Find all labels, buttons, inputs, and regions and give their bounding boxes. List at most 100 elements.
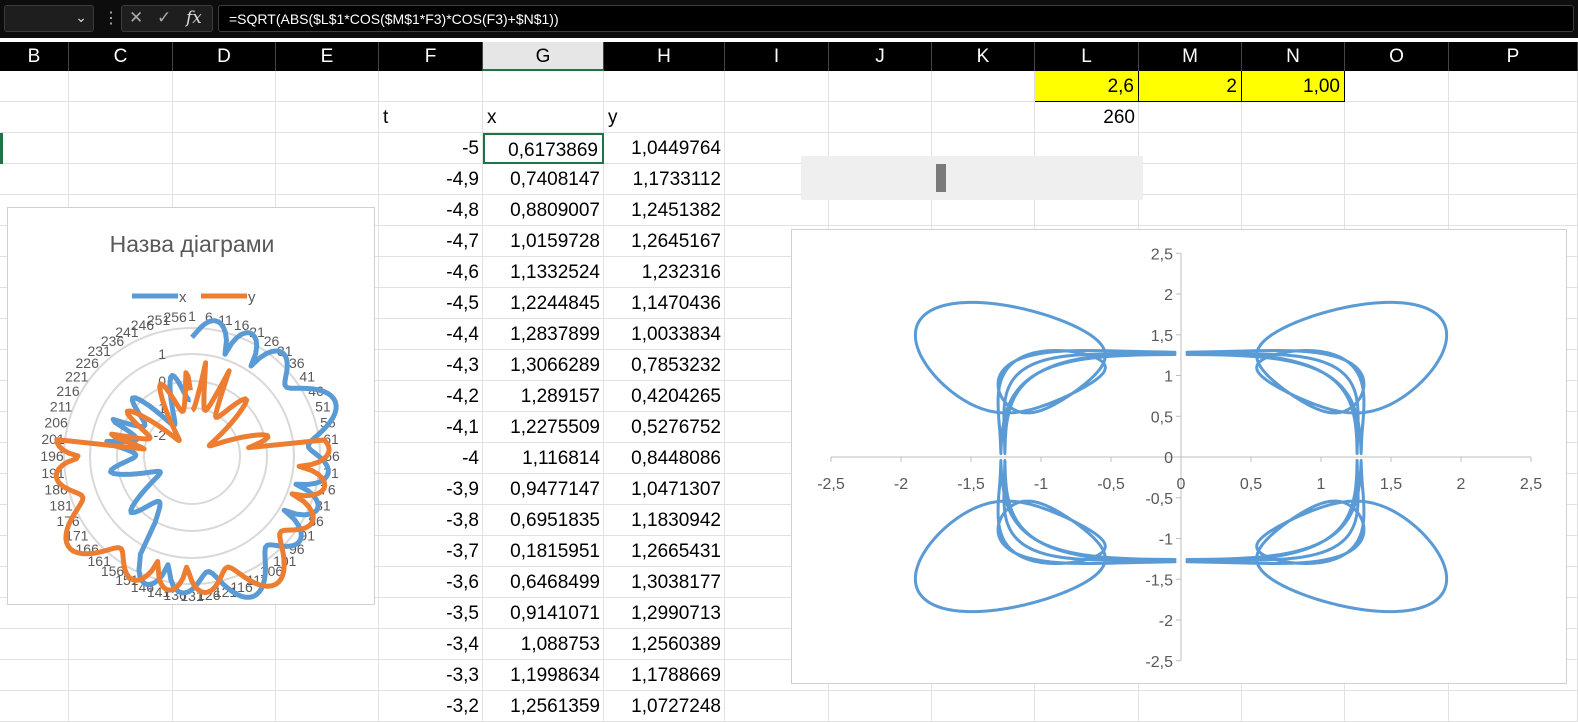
cell-t[interactable]: -3,2 [379, 691, 483, 722]
cell-t[interactable]: -4,4 [379, 319, 483, 350]
cell-t[interactable]: -4,1 [379, 412, 483, 443]
cell-x[interactable]: 0,9141071 [483, 598, 604, 629]
cell-y[interactable]: 1,1470436 [604, 288, 725, 319]
formula-input[interactable]: =SQRT(ABS($L$1*COS($M$1*F3)*COS(F3)+$N$1… [218, 5, 1574, 32]
cell-y[interactable]: 0,7853232 [604, 350, 725, 381]
cell-t[interactable]: -3,9 [379, 474, 483, 505]
column-header-J[interactable]: J [829, 42, 932, 71]
column-header-I[interactable]: I [725, 42, 829, 71]
radar-chart-svg: Назва діаграми x y 1 6 11 16 212631364146515… [40, 231, 340, 604]
cell-t[interactable]: -3,8 [379, 505, 483, 536]
scrollbar-thumb[interactable] [936, 164, 946, 192]
column-header-C[interactable]: C [69, 42, 173, 71]
chevron-down-icon[interactable]: ⌄ [75, 9, 87, 26]
cell-y[interactable]: 1,0449764 [604, 133, 725, 164]
cell-y[interactable]: 1,2645167 [604, 226, 725, 257]
column-header-N[interactable]: N [1242, 42, 1345, 71]
scrollbar-control[interactable] [801, 156, 1143, 200]
cell-y[interactable]: 1,1733112 [604, 164, 725, 195]
cell-x[interactable]: 0,6951835 [483, 505, 604, 536]
radar-category-label: 1 [188, 308, 196, 324]
cell-x[interactable]: 0,8809007 [483, 195, 604, 226]
cell-N1[interactable]: 1,00 [1242, 71, 1345, 102]
cell-t[interactable]: -3,3 [379, 660, 483, 691]
cell-y[interactable]: 0,8448086 [604, 443, 725, 474]
cell-t[interactable]: -3,7 [379, 536, 483, 567]
header-x[interactable]: x [483, 102, 604, 133]
cell-M1[interactable]: 2 [1139, 71, 1242, 102]
cell-y[interactable]: 0,4204265 [604, 381, 725, 412]
cell-y[interactable]: 1,0727248 [604, 691, 725, 722]
column-header-O[interactable]: O [1345, 42, 1449, 71]
header-y[interactable]: y [604, 102, 725, 133]
formula-buttons: ✕ ✓ fx [121, 5, 213, 32]
cell-y[interactable]: 0,5276752 [604, 412, 725, 443]
cell-x[interactable]: 1,2837899 [483, 319, 604, 350]
radar-chart[interactable]: Назва діаграми x y 1 6 11 16 21 26 31 36 41 46 51 5… [7, 207, 375, 605]
cell-x[interactable]: 0,1815951 [483, 536, 604, 567]
cell-y[interactable]: 1,3038177 [604, 567, 725, 598]
cell-y[interactable]: 1,1788669 [604, 660, 725, 691]
column-header-M[interactable]: M [1139, 42, 1242, 71]
cell-x[interactable]: 1,1998634 [483, 660, 604, 691]
cell-t[interactable]: -4,7 [379, 226, 483, 257]
cell-x[interactable]: 1,2244845 [483, 288, 604, 319]
cell-x[interactable]: 0,7408147 [483, 164, 604, 195]
y-tick-label: -0,5 [1145, 491, 1173, 508]
cell-x[interactable]: 1,1332524 [483, 257, 604, 288]
cell-x[interactable]: 1,0159728 [483, 226, 604, 257]
column-header-D[interactable]: D [173, 42, 276, 71]
cell-t[interactable]: -4,2 [379, 381, 483, 412]
radar-chart-title: Назва діаграми [110, 231, 275, 257]
confirm-icon[interactable]: ✓ [157, 8, 171, 28]
cell-t[interactable]: -3,6 [379, 567, 483, 598]
name-box[interactable]: ⌄ [4, 5, 94, 32]
cell-t[interactable]: -3,5 [379, 598, 483, 629]
cell-x[interactable]: 1,3066289 [483, 350, 604, 381]
cell-t[interactable]: -3,4 [379, 629, 483, 660]
cell-x[interactable]: 1,088753 [483, 629, 604, 660]
column-header-G[interactable]: G [483, 42, 604, 71]
cell-y[interactable]: 1,2665431 [604, 536, 725, 567]
cell-L2[interactable]: 260 [1035, 102, 1139, 133]
fx-icon[interactable]: fx [186, 8, 202, 28]
cell-y[interactable]: 1,0471307 [604, 474, 725, 505]
cell-t[interactable]: -4,5 [379, 288, 483, 319]
cell-x[interactable]: 0,9477147 [483, 474, 604, 505]
cell-y[interactable]: 1,2990713 [604, 598, 725, 629]
radar-category-labels: 1 6 11 16 2126313641465156616671768186919610… [40, 308, 340, 604]
cell-t[interactable]: -5 [379, 133, 483, 164]
cell-y[interactable]: 1,0033834 [604, 319, 725, 350]
column-header-F[interactable]: F [379, 42, 483, 71]
cell-t[interactable]: -4 [379, 443, 483, 474]
column-header-H[interactable]: H [604, 42, 725, 71]
cancel-icon[interactable]: ✕ [129, 8, 143, 28]
cell-y[interactable]: 1,2560389 [604, 629, 725, 660]
x-tick-label: 0 [1177, 476, 1186, 493]
header-t[interactable]: t [379, 102, 483, 133]
cell-t[interactable]: -4,6 [379, 257, 483, 288]
cell-L1[interactable]: 2,6 [1035, 71, 1139, 102]
cell-t[interactable]: -4,8 [379, 195, 483, 226]
cell-x[interactable]: 1,116814 [483, 443, 604, 474]
more-icon[interactable]: ⋮ [103, 8, 119, 28]
cell-x[interactable]: 0,6468499 [483, 567, 604, 598]
column-header-E[interactable]: E [276, 42, 379, 71]
column-header-L[interactable]: L [1035, 42, 1139, 71]
x-tick-label: -1 [1034, 476, 1048, 493]
cell-x[interactable]: 1,289157 [483, 381, 604, 412]
x-tick-label: 2 [1457, 476, 1466, 493]
x-tick-label: -2,5 [817, 476, 845, 493]
cell-y[interactable]: 1,232316 [604, 257, 725, 288]
cell-x[interactable]: 1,2561359 [483, 691, 604, 722]
cell-y[interactable]: 1,1830942 [604, 505, 725, 536]
column-header-P[interactable]: P [1449, 42, 1578, 71]
cell-x[interactable]: 0,6173869 [483, 133, 604, 164]
cell-t[interactable]: -4,3 [379, 350, 483, 381]
cell-x[interactable]: 1,2275509 [483, 412, 604, 443]
cell-t[interactable]: -4,9 [379, 164, 483, 195]
column-header-B[interactable]: B [0, 42, 69, 71]
scatter-chart[interactable]: -2,5 -2 -1,5 -1 -0,5 0 0,5 1 1,5 2 2,5 2,5 2 1,5 1 0,5 0… [791, 229, 1567, 684]
cell-y[interactable]: 1,2451382 [604, 195, 725, 226]
column-header-K[interactable]: K [932, 42, 1035, 71]
